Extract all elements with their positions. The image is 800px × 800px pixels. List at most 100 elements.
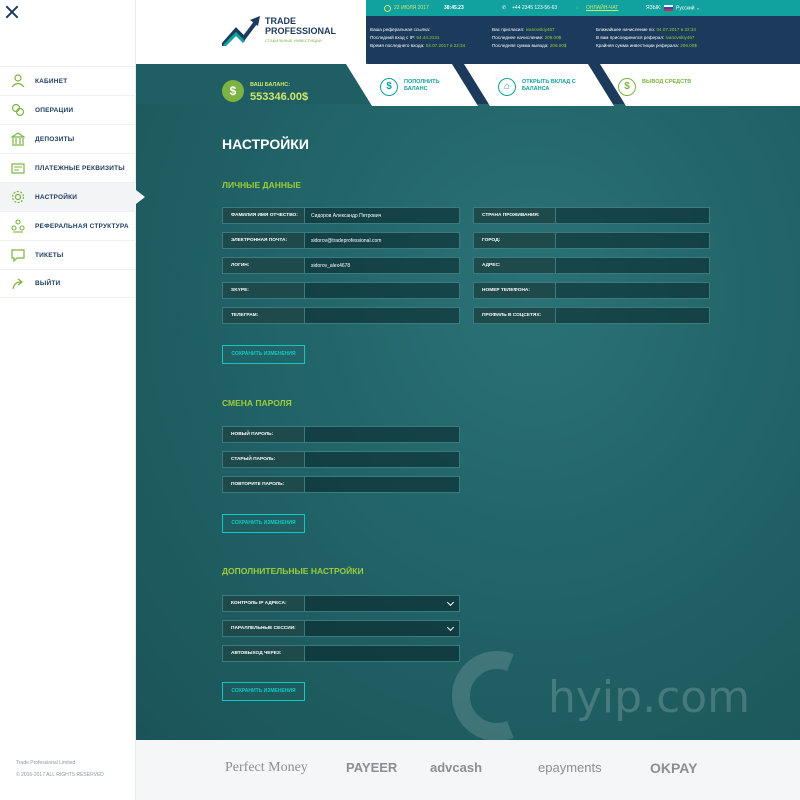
referral-icon [11, 219, 25, 233]
email-field[interactable]: ЭЛЕКТРОННАЯ ПОЧТА: sidorov@tradeprofessi… [222, 232, 460, 249]
perfect-money-logo: Perfect Money [225, 760, 308, 775]
sidebar-item-label: КАБИНЕТ [35, 77, 68, 85]
last-accrual: Последнее начисление: 206.00$ [492, 35, 562, 40]
info-column-1: Ваша реферальная ссылка: Последний вход … [370, 26, 465, 50]
email-input[interactable]: sidorov@tradeprofessional.com [305, 238, 459, 244]
save-password-button[interactable]: СОХРАНИТЬ ИЗМЕНЕНИЯ [222, 514, 305, 533]
sidebar: КАБИНЕТ ОПЕРАЦИИ ДЕПОЗИТЫ ПЛАТЕЖНЫЕ РЕКВ… [0, 0, 145, 800]
clock-icon [384, 4, 391, 12]
sidebar-item-operations[interactable]: ОПЕРАЦИИ [0, 95, 136, 124]
ip-control-select[interactable]: КОНТРОЛЬ IP АДРЕСА: [222, 595, 460, 612]
personal-data-title: ЛИЧНЫЕ ДАННЫЕ [222, 180, 301, 190]
watermark-text: hyip.com [548, 672, 751, 723]
city-field[interactable]: ГОРОД: [473, 232, 710, 249]
field-label: НОВЫЙ ПАРОЛЬ: [223, 427, 305, 442]
old-password-field[interactable]: СТАРЫЙ ПАРОЛЬ: [222, 451, 460, 468]
social-profile-field[interactable]: ПРОФИЛЬ В СОЦСЕТЯХ: [473, 307, 710, 324]
ref-link-label: Ваша реферальная ссылка: [370, 27, 431, 32]
address-field[interactable]: АДРЕС: [473, 257, 710, 274]
sidebar-item-tickets[interactable]: ТИКЕТЫ [0, 240, 136, 269]
chat-icon [11, 249, 25, 262]
withdraw-label: ВЫВОД СРЕДСТВ [642, 79, 692, 85]
sidebar-item-settings[interactable]: НАСТРОЙКИ [0, 182, 145, 211]
field-label: АДРЕС: [474, 258, 556, 273]
okpay-logo: OKPAY [650, 760, 698, 776]
language-select[interactable]: Русский ⌄ [664, 4, 700, 12]
sidebar-item-label: ТИКЕТЫ [35, 251, 64, 259]
russia-flag-icon [664, 4, 673, 11]
operations-icon [11, 103, 25, 117]
phone-number[interactable]: +44 2345 123-56-63 [512, 5, 557, 11]
current-time: 38:45.23 [444, 5, 464, 11]
phone-icon: ✆ [502, 5, 507, 11]
field-label: АВТОВЫХОД ЧЕРЕЗ: [223, 646, 305, 661]
country-field[interactable]: СТРАНА ПРОЖИВАНИЯ: [473, 207, 710, 224]
field-label: ТЕЛЕГРАМ: [223, 308, 305, 323]
sidebar-item-referral[interactable]: РЕФЕРАЛЬНАЯ СТРУКТУРА [0, 211, 136, 240]
language-label: ЯЗЫК: [646, 5, 662, 11]
field-label: СТАРЫЙ ПАРОЛЬ: [223, 452, 305, 467]
logo-icon [222, 16, 260, 46]
parallel-sessions-select[interactable]: ПАРАЛЛЕЛЬНЫЕ СЕССИИ: [222, 620, 460, 637]
sidebar-item-payment-details[interactable]: ПЛАТЕЖНЫЕ РЕКВИЗИТЫ [0, 153, 136, 182]
balance-dollar-icon: $ [222, 80, 244, 102]
chat-icon: ◌ [576, 5, 579, 11]
gear-icon [11, 190, 25, 204]
sidebar-item-logout[interactable]: ВЫЙТИ [0, 269, 136, 298]
info-column-3: Ближайшее начисление по: 04.07.2017 в 22… [596, 26, 697, 50]
dollar-icon: $ [380, 78, 398, 96]
login-input[interactable]: sidorov_alex4678 [305, 263, 459, 269]
save-personal-button[interactable]: СОХРАНИТЬ ИЗМЕНЕНИЯ [222, 345, 305, 364]
open-deposit-label: ОТКРЫТЬ ВКЛАД С БАЛАНСА [522, 79, 576, 92]
sidebar-item-label: ПЛАТЕЖНЫЕ РЕКВИЗИТЫ [35, 164, 125, 172]
field-label: ПОВТОРИТЕ ПАРОЛЬ: [223, 477, 305, 492]
sidebar-item-cabinet[interactable]: КАБИНЕТ [0, 66, 136, 95]
withdraw-button[interactable]: $ ВЫВОД СРЕДСТВ [600, 64, 800, 106]
auto-logout-field[interactable]: АВТОВЫХОД ЧЕРЕЗ: [222, 645, 460, 662]
balance-label: ВАШ БАЛАНС: [250, 82, 291, 88]
field-label: НОМЕР ТЕЛЕФОНА: [474, 283, 556, 298]
extra-settings-title: ДОПОЛНИТЕЛЬНЫЕ НАСТРОЙКИ [222, 566, 364, 576]
field-label: ПАРАЛЛЕЛЬНЫЕ СЕССИИ: [223, 621, 305, 636]
field-label: SKYPE: [223, 283, 305, 298]
field-label: ФАМИЛИЯ ИМЯ ОТЧЕСТВО: [223, 208, 305, 223]
open-deposit-button[interactable]: ⌂ ОТКРЫТЬ ВКЛАД С БАЛАНСА [464, 64, 614, 106]
field-label: КОНТРОЛЬ IP АДРЕСА: [223, 596, 305, 611]
last-login: Время последнего входа: 04.07.2017 в 22:… [370, 43, 466, 48]
current-date: 22 ИЮЛЯ 2017 [394, 5, 429, 11]
field-label: СТРАНА ПРОЖИВАНИЯ: [474, 208, 556, 223]
sidebar-item-deposits[interactable]: ДЕПОЗИТЫ [0, 124, 136, 153]
sidebar-item-label: ВЫЙТИ [35, 280, 61, 287]
logo-subtitle: СТАБИЛЬНЫЕ ИНВЕСТИЦИИ [265, 38, 322, 43]
bank-icon: ⌂ [498, 78, 516, 96]
wallet-icon [11, 163, 25, 174]
sidebar-item-label: ОПЕРАЦИИ [35, 106, 74, 114]
field-label: ЭЛЕКТРОННАЯ ПОЧТА: [223, 233, 305, 248]
bank-icon [11, 132, 25, 146]
repeat-password-field[interactable]: ПОВТОРИТЕ ПАРОЛЬ: [222, 476, 460, 493]
online-chat-link[interactable]: ОНЛАЙН-ЧАТ [586, 5, 618, 11]
skype-field[interactable]: SKYPE: [222, 282, 460, 299]
telegram-field[interactable]: ТЕЛЕГРАМ: [222, 307, 460, 324]
new-password-field[interactable]: НОВЫЙ ПАРОЛЬ: [222, 426, 460, 443]
info-column-2: Вас пригласил: ivanovskiy467 Последнее н… [492, 26, 566, 50]
password-section-title: СМЕНА ПАРОЛЯ [222, 398, 292, 408]
last-ip: Последний вход с IP: 54.44.2131 [370, 35, 440, 40]
full-name-field[interactable]: ФАМИЛИЯ ИМЯ ОТЧЕСТВО: Сидоров Александр … [222, 207, 460, 224]
chevron-down-icon [446, 623, 455, 632]
sidebar-item-label: ДЕПОЗИТЫ [35, 135, 75, 143]
last-withdraw: Последняя сумма вывода: 206.00$ [492, 43, 567, 48]
sidebar-item-label: НАСТРОЙКИ [35, 193, 78, 201]
close-icon[interactable] [4, 4, 20, 20]
full-name-input[interactable]: Сидоров Александр Петрович [305, 213, 459, 219]
referral-investment: Крайняя сумма инвестиции реферала: 206.0… [596, 43, 697, 48]
advcash-logo: advcash [430, 760, 483, 775]
payeer-logo: PAYEER [346, 760, 398, 775]
language-value: Русский [676, 5, 695, 12]
top-bar: 22 ИЮЛЯ 2017 38:45.23 ✆ +44 2345 123-56-… [366, 0, 800, 16]
phone-field[interactable]: НОМЕР ТЕЛЕФОНА: [473, 282, 710, 299]
save-extra-button[interactable]: СОХРАНИТЬ ИЗМЕНЕНИЯ [222, 682, 305, 701]
sidebar-nav: КАБИНЕТ ОПЕРАЦИИ ДЕПОЗИТЫ ПЛАТЕЖНЫЕ РЕКВ… [0, 66, 145, 298]
login-field[interactable]: ЛОГИН: sidorov_alex4678 [222, 257, 460, 274]
balance-value: 553346.00$ [250, 91, 309, 103]
